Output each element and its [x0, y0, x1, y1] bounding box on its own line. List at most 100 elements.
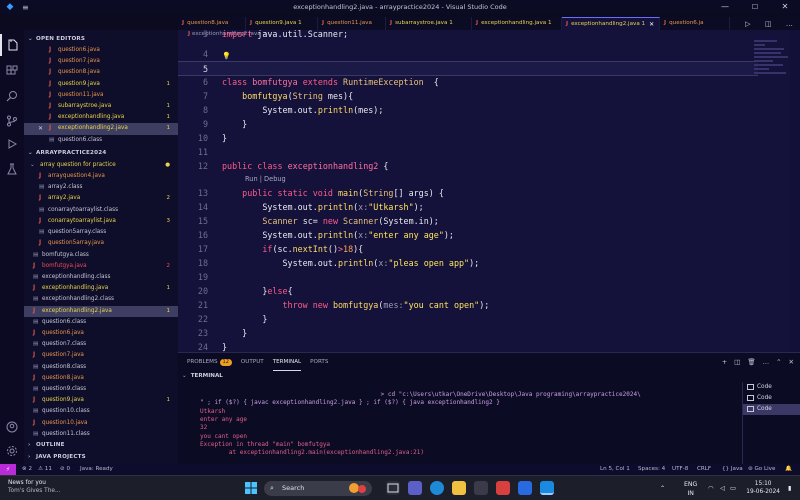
notifications-bell-icon[interactable]: 🔔	[785, 464, 792, 475]
editor-tab[interactable]: Jquestion8.java	[178, 17, 246, 30]
language-indicator[interactable]: ENG IN	[684, 480, 697, 498]
tree-item[interactable]: ▤ conarraytoarraylist.class	[24, 205, 178, 216]
code-line[interactable]: 19	[178, 270, 758, 285]
tree-item[interactable]: ▤ exceptionhandling.class	[24, 272, 178, 283]
ports-status[interactable]: ⊘ 0	[60, 464, 70, 475]
tree-item[interactable]: ▤ bomfutgya.class	[24, 250, 178, 261]
tree-item[interactable]: ▤ question9.class	[24, 384, 178, 395]
code-line[interactable]: 6 class bomfutgya extends RuntimeExceptio…	[178, 75, 758, 90]
mcafee-icon[interactable]	[496, 481, 510, 495]
extensions-icon[interactable]	[0, 60, 24, 82]
lightbulb-icon[interactable]: 💡	[222, 52, 231, 60]
close-button[interactable]: ✕	[770, 0, 800, 14]
cursor-position[interactable]: Ln 5, Col 1	[600, 464, 630, 475]
battery-icon[interactable]: ▭	[730, 476, 736, 500]
code-line[interactable]: 10}	[178, 131, 758, 146]
code-line[interactable]: 23 }	[178, 326, 758, 341]
volume-icon[interactable]: ◁	[720, 476, 725, 500]
tree-item[interactable]: Jbomfutgya.java 2	[24, 261, 178, 272]
errors-status[interactable]: ⊗ 2	[22, 464, 32, 475]
tree-item[interactable]: ▤ question5array.class	[24, 227, 178, 238]
code-line[interactable]: 21 throw new bomfutgya(mes:"you cant ope…	[178, 298, 758, 313]
run-debug-icon[interactable]	[0, 133, 24, 155]
tree-item[interactable]: ▤ question6.class	[24, 317, 178, 328]
maximize-button[interactable]: ☐	[740, 0, 770, 14]
code-line[interactable]: 8 System.out.println(mes);	[178, 103, 758, 118]
code-line[interactable]: 4	[178, 47, 758, 62]
close-panel-icon[interactable]: ✕	[789, 358, 794, 366]
code-line[interactable]: 20 }else{	[178, 284, 758, 299]
editor-tab[interactable]: Jexceptionhandling2.java 1 ✕	[562, 17, 660, 30]
minimize-button[interactable]: —	[710, 0, 740, 14]
code-line[interactable]: 13 public static void main(String[] args…	[178, 186, 758, 201]
code-line[interactable]: 15 Scanner sc= new Scanner(System.in);	[178, 214, 758, 229]
notification-icon[interactable]: ▮	[788, 476, 791, 500]
tree-item[interactable]: Jquestion10.java	[24, 418, 178, 429]
mail-icon[interactable]	[518, 481, 532, 495]
open-editor-item[interactable]: Jquestion6.java	[24, 45, 178, 56]
open-editor-item[interactable]: ✕ Jexceptionhandling2.java 1	[24, 123, 178, 135]
code-line[interactable]: 22 }	[178, 312, 758, 327]
tree-item[interactable]: Jquestion6.java	[24, 328, 178, 339]
panel-tab-ports[interactable]: PORTS	[310, 353, 328, 371]
accounts-icon[interactable]	[0, 416, 24, 438]
open-editor-item[interactable]: Jquestion7.java	[24, 56, 178, 67]
split-editor-icon[interactable]: ◫	[765, 20, 772, 28]
tree-item[interactable]: Jconarraytoarraylist.java 3	[24, 216, 178, 227]
code-line[interactable]: 12 public class exceptionhandling2 {	[178, 159, 758, 174]
tree-item[interactable]: Jquestion7.java	[24, 350, 178, 361]
editor-tab[interactable]: Jsubarraystroe.java 1	[386, 17, 472, 30]
bing-widget-icon[interactable]	[346, 480, 372, 496]
run-icon[interactable]: ▷	[745, 20, 750, 28]
explorer-icon[interactable]	[0, 34, 24, 56]
project-header[interactable]: ⌄ ARRAYPRACTICE2024	[24, 148, 178, 159]
editor-tab[interactable]: Jquestion11.java	[318, 17, 386, 30]
go-live-status[interactable]: ⊚ Go Live	[748, 464, 775, 475]
terminal-instance[interactable]: Code	[743, 382, 800, 393]
news-widget[interactable]: News for you Tom's Gives The...	[8, 479, 60, 495]
settings-gear-icon[interactable]	[0, 440, 24, 462]
windows-start-icon[interactable]	[244, 481, 258, 495]
code-line[interactable]: 14 System.out.println(x:"Utkarsh");	[178, 200, 758, 215]
remote-icon[interactable]: ⚡	[0, 464, 16, 475]
code-line[interactable]: 9 }	[178, 117, 758, 132]
tree-item[interactable]: Jquestion8.java	[24, 373, 178, 384]
open-editor-item[interactable]: Jexceptionhandling.java 1	[24, 112, 178, 123]
code-line[interactable]: 3 import java.util.Scanner;	[178, 30, 758, 42]
tree-item[interactable]: ▤ exceptionhandling2.class	[24, 294, 178, 305]
split-terminal-icon[interactable]: ◫	[734, 358, 740, 366]
editor-tab[interactable]: Jquestion9.java 1	[246, 17, 318, 30]
task-view-icon[interactable]	[386, 481, 400, 495]
store-icon[interactable]	[474, 481, 488, 495]
encoding-status[interactable]: UTF-8	[672, 464, 688, 475]
maximize-panel-icon[interactable]: ⌃	[776, 358, 781, 366]
minimap[interactable]	[754, 40, 792, 84]
clock[interactable]: 15:10 19-06-2024	[746, 480, 780, 496]
code-line[interactable]: 11	[178, 145, 758, 160]
editor-tab[interactable]: Jquestion6.ja	[660, 17, 730, 30]
code-line[interactable]: 17 if(sc.nextInt()>18){	[178, 242, 758, 257]
tray-overflow-icon[interactable]: ⌃	[660, 476, 665, 500]
tree-item[interactable]: Jarray2.java 2	[24, 193, 178, 204]
tree-item[interactable]: Jquestion9.java 1	[24, 395, 178, 406]
indent-status[interactable]: Spaces: 4	[638, 464, 665, 475]
panel-tab-output[interactable]: OUTPUT	[241, 353, 264, 371]
open-editor-item[interactable]: Jsubarraystroe.java 1	[24, 101, 178, 112]
testing-icon[interactable]	[0, 158, 24, 180]
tree-item[interactable]: ▤ question11.class	[24, 429, 178, 440]
code-line[interactable]: 16 System.out.println(x:"enter any age")…	[178, 228, 758, 243]
panel-tab-terminal[interactable]: TERMINAL	[272, 353, 302, 371]
code-editor[interactable]: J exceptionhandling2.java > ... 3 import …	[178, 30, 800, 352]
tree-item[interactable]: Jexceptionhandling2.java 1	[24, 305, 178, 317]
edge-icon[interactable]	[430, 481, 444, 495]
vscode-taskbar-icon[interactable]	[540, 481, 554, 495]
wifi-icon[interactable]: ◠	[708, 476, 713, 500]
open-editor-item[interactable]: Jquestion9.java 1	[24, 79, 178, 90]
terminal-instance[interactable]: Code	[743, 404, 800, 415]
code-line[interactable]: 24}	[178, 340, 758, 352]
close-icon[interactable]: ✕	[38, 123, 43, 134]
editor-scrollbar[interactable]	[790, 30, 800, 352]
terminal-instance[interactable]: Code	[743, 393, 800, 404]
open-editors-header[interactable]: ⌄ OPEN EDITORS	[24, 34, 178, 45]
code-line[interactable]: 18 System.out.println(x:"pleas open app"…	[178, 256, 758, 271]
